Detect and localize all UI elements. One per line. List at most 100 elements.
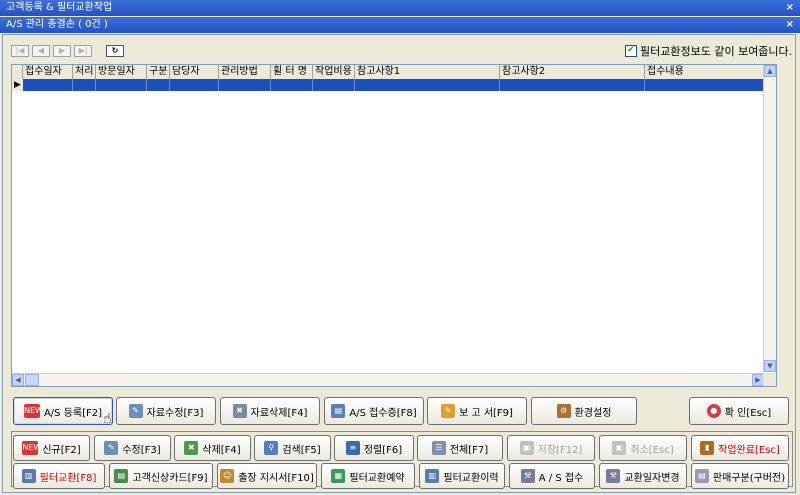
grid-header: 접수일자 처리 방문일자 구분 담당자 관리방법 휠 터 명 작업비용 참고사항… bbox=[12, 65, 764, 80]
new-button[interactable]: NEW 신규[F2] bbox=[13, 435, 90, 461]
as-accept-label: A / S 접수 bbox=[538, 472, 584, 484]
close-icon[interactable]: × bbox=[786, 0, 794, 16]
window-title-bar: 고객등록 & 필터교환작업 × bbox=[0, 0, 800, 16]
edit-icon: ✎ bbox=[104, 441, 119, 455]
row-indicator-header bbox=[12, 65, 23, 79]
col-header[interactable]: 접수내용 bbox=[645, 65, 764, 79]
first-record-icon[interactable]: |◀ bbox=[11, 45, 29, 57]
tools-icon: ⚒ bbox=[520, 469, 535, 483]
filter-history-label: 필터교환이력 bbox=[443, 472, 499, 484]
show-filter-checkbox[interactable]: ✔ 필터교환정보도 같이 보여줍니다. bbox=[625, 43, 792, 59]
table-row[interactable]: ▶ bbox=[12, 79, 764, 91]
filter-reserve-label: 필터교환예약 bbox=[349, 472, 405, 484]
table-cell[interactable] bbox=[645, 79, 764, 91]
col-header[interactable]: 구분 bbox=[147, 65, 170, 79]
col-header[interactable]: 처리 bbox=[73, 65, 96, 79]
as-register-button[interactable]: NEW A/S 등록[F2] bbox=[13, 397, 113, 425]
scroll-thumb[interactable] bbox=[25, 374, 39, 386]
sort-label: 정렬[F6] bbox=[363, 444, 403, 456]
col-header[interactable]: 접수일자 bbox=[23, 65, 73, 79]
checkbox-check-icon[interactable]: ✔ bbox=[625, 45, 637, 57]
table-cell[interactable] bbox=[73, 79, 96, 91]
sales-type-button[interactable]: ▤ 판매구분(구버전) bbox=[691, 463, 789, 489]
table-cell[interactable] bbox=[96, 79, 147, 91]
save-button[interactable]: ▣ 저장[F12] bbox=[507, 435, 595, 461]
cancel-button[interactable]: ▣ 취소[Esc] bbox=[599, 435, 687, 461]
table-cell[interactable] bbox=[170, 79, 219, 91]
prev-record-icon[interactable]: ◀ bbox=[32, 45, 50, 57]
edit-button[interactable]: ✎ 수정[F3] bbox=[94, 435, 171, 461]
main-window: |◀ ◀ ▶ ▶| ↻ ✔ 필터교환정보도 같이 보여줍니다. 접수일자 처리 … bbox=[2, 34, 796, 493]
as-receipt-label: A/S 접수증[F8] bbox=[349, 407, 417, 419]
table-cell[interactable] bbox=[271, 79, 313, 91]
hand-cursor-icon: ☝ bbox=[103, 411, 112, 427]
last-record-icon[interactable]: ▶| bbox=[74, 45, 92, 57]
vertical-scrollbar[interactable]: ▲ ▼ bbox=[763, 65, 776, 372]
table-cell[interactable] bbox=[355, 79, 500, 91]
filter-history-button[interactable]: ▥ 필터교환이력 bbox=[419, 463, 505, 489]
scroll-up-icon[interactable]: ▲ bbox=[764, 65, 776, 77]
table-cell[interactable] bbox=[219, 79, 271, 91]
filter-exchange-button[interactable]: ▥ 필터교환[F8] bbox=[13, 463, 105, 489]
edit-icon: ✎ bbox=[128, 404, 143, 418]
search-button[interactable]: ⚲ 검색[F5] bbox=[254, 435, 331, 461]
dispatch-order-button[interactable]: ☺ 출장 지시서[F10] bbox=[217, 463, 317, 489]
list-icon: ☰ bbox=[431, 441, 446, 455]
receipt-icon: ▤ bbox=[331, 404, 346, 418]
filter-reserve-button[interactable]: ▦ 필터교환예약 bbox=[321, 463, 415, 489]
confirm-button[interactable]: ● 확 인[Esc] bbox=[689, 397, 789, 425]
cancel-icon: ▣ bbox=[612, 441, 627, 455]
customer-card-button[interactable]: ▤ 고객신상카드[F9] bbox=[109, 463, 213, 489]
calendar-icon: ▦ bbox=[331, 469, 346, 483]
delete-data-label: 자료삭제[F4] bbox=[250, 407, 308, 419]
as-receipt-button[interactable]: ▤ A/S 접수증[F8] bbox=[324, 397, 424, 425]
col-header[interactable]: 작업비용 bbox=[313, 65, 355, 79]
as-accept-button[interactable]: ⚒ A / S 접수 bbox=[509, 463, 595, 489]
save-icon: ▣ bbox=[519, 441, 534, 455]
table-cell[interactable] bbox=[313, 79, 355, 91]
person-icon: ☺ bbox=[220, 469, 235, 483]
subwindow-close-icon[interactable]: × bbox=[786, 17, 794, 33]
row-pointer-icon: ▶ bbox=[12, 79, 23, 91]
edit-data-button[interactable]: ✎ 자료수정[F3] bbox=[116, 397, 216, 425]
col-header[interactable]: 관리방법 bbox=[219, 65, 271, 79]
subwindow-title-bar: A/S 관리 총결손 ( 0건 ) × bbox=[0, 17, 800, 33]
delete-data-button[interactable]: ✖ 자료삭제[F4] bbox=[220, 397, 320, 425]
done-button[interactable]: ▮ 작업완료[Esc] bbox=[691, 435, 789, 461]
next-record-icon[interactable]: ▶ bbox=[53, 45, 71, 57]
change-date-label: 교환일자변경 bbox=[624, 472, 680, 484]
sort-button[interactable]: ≡ 정렬[F6] bbox=[334, 435, 414, 461]
horizontal-scrollbar[interactable]: ◀ ▶ bbox=[12, 373, 764, 386]
report-button[interactable]: ✎ 보 고 서[F9] bbox=[427, 397, 527, 425]
search-label: 검색[F5] bbox=[282, 444, 321, 456]
table-cell[interactable] bbox=[23, 79, 73, 91]
new-badge-icon: NEW bbox=[22, 441, 41, 455]
table-cell[interactable] bbox=[500, 79, 645, 91]
settings-icon: ⚙ bbox=[556, 404, 571, 418]
scroll-left-icon[interactable]: ◀ bbox=[12, 374, 24, 386]
settings-button[interactable]: ⚙ 환경설정 bbox=[531, 397, 637, 425]
col-header[interactable]: 참고사항2 bbox=[500, 65, 645, 79]
as-grid[interactable]: 접수일자 처리 방문일자 구분 담당자 관리방법 휠 터 명 작업비용 참고사항… bbox=[11, 64, 777, 387]
scroll-down-icon[interactable]: ▼ bbox=[764, 360, 776, 372]
sales-type-label: 판매구분(구버전) bbox=[712, 472, 786, 484]
cancel-label: 취소[Esc] bbox=[630, 444, 674, 456]
col-header[interactable]: 담당자 bbox=[170, 65, 219, 79]
col-header[interactable]: 참고사항1 bbox=[355, 65, 500, 79]
report-label: 보 고 서[F9] bbox=[459, 407, 513, 419]
search-icon: ⚲ bbox=[264, 441, 279, 455]
refresh-icon[interactable]: ↻ bbox=[106, 45, 124, 57]
done-label: 작업완료[Esc] bbox=[718, 444, 780, 456]
col-header[interactable]: 방문일자 bbox=[96, 65, 147, 79]
scroll-corner bbox=[763, 373, 776, 386]
all-button[interactable]: ☰ 전체[F7] bbox=[417, 435, 503, 461]
customer-card-label: 고객신상카드[F9] bbox=[132, 472, 208, 484]
table-cell[interactable] bbox=[147, 79, 170, 91]
change-date-button[interactable]: ⚒ 교환일자변경 bbox=[599, 463, 687, 489]
history-icon: ▥ bbox=[425, 469, 440, 483]
confirm-label: 확 인[Esc] bbox=[724, 407, 772, 419]
sort-icon: ≡ bbox=[345, 441, 360, 455]
col-header[interactable]: 휠 터 명 bbox=[271, 65, 313, 79]
ok-icon: ● bbox=[706, 404, 721, 418]
delete-button[interactable]: ✖ 삭제[F4] bbox=[174, 435, 251, 461]
